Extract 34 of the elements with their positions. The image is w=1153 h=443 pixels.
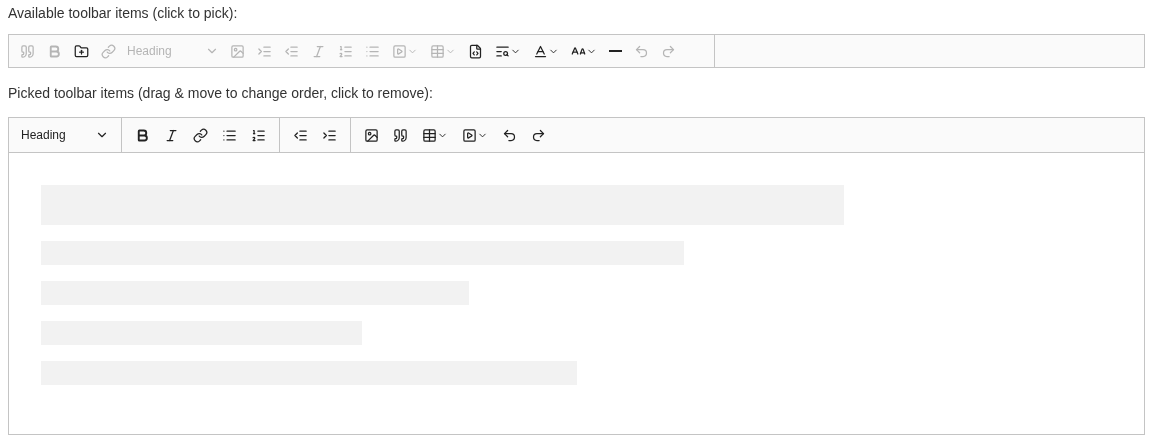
bold-icon <box>47 43 62 59</box>
redo-icon <box>531 127 546 143</box>
numbered-list-icon <box>251 127 266 143</box>
heading-dropdown[interactable]: Heading <box>17 121 113 149</box>
table-icon <box>422 127 437 143</box>
quote-icon <box>393 127 408 143</box>
folder-plus-icon <box>74 43 89 59</box>
italic-icon <box>164 127 179 143</box>
italic-icon <box>311 43 326 59</box>
indent-icon <box>322 127 337 143</box>
image-icon <box>364 127 379 143</box>
find-replace-icon <box>495 43 510 59</box>
source-file-icon <box>468 43 483 59</box>
media-icon <box>462 127 477 143</box>
font-color-icon <box>533 43 548 59</box>
media-icon <box>392 43 407 59</box>
numbered-list-icon <box>338 43 353 59</box>
outdent-icon <box>284 43 299 59</box>
undo-icon <box>634 43 649 59</box>
bulleted-list-icon <box>222 127 237 143</box>
link-icon <box>193 127 208 143</box>
indent-icon <box>257 43 272 59</box>
table-icon <box>430 43 445 59</box>
available-label: Available toolbar items (click to pick): <box>8 4 239 23</box>
link-icon <box>101 43 116 59</box>
redo-icon <box>661 43 676 59</box>
image-icon <box>230 43 245 59</box>
horizontal-line-icon <box>609 50 622 52</box>
outdent-icon <box>293 127 308 143</box>
bold-icon <box>135 127 150 143</box>
quote-icon <box>20 43 35 59</box>
picked-label: Picked toolbar items (drag & move to change order, click to remove): <box>8 84 434 103</box>
bulleted-list-icon <box>365 43 380 59</box>
undo-icon <box>502 127 517 143</box>
